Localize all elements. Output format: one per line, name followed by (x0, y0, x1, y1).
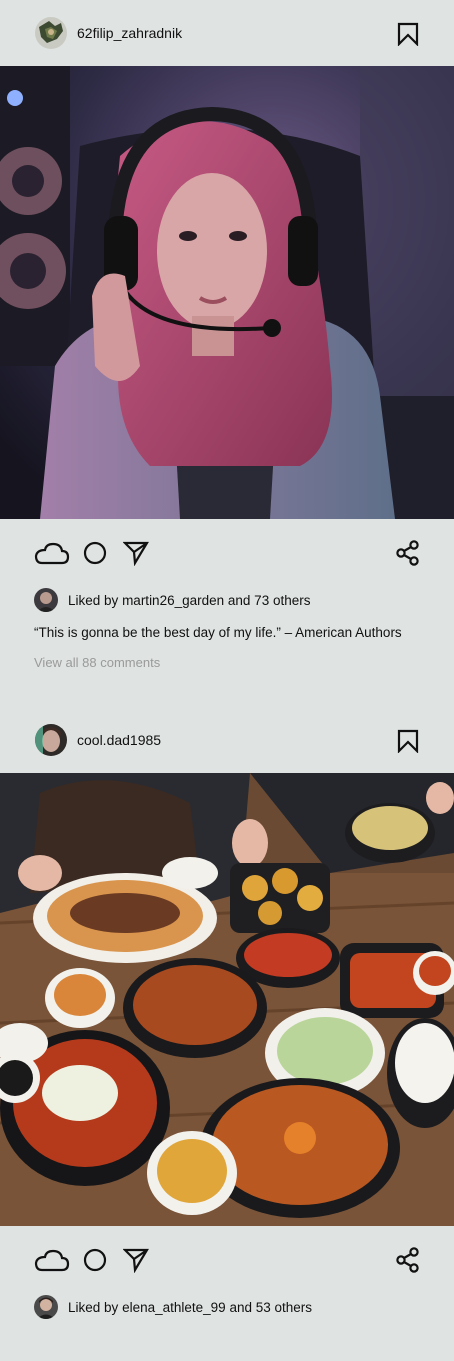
post-meta: Liked by martin26_garden and 73 others “… (0, 587, 454, 670)
post-photo[interactable] (0, 773, 454, 1226)
likes-text: Liked by elena_athlete_99 and 53 others (68, 1300, 312, 1315)
post-actions (0, 519, 454, 587)
likes-prefix: Liked by (68, 1299, 119, 1315)
share-icon[interactable] (396, 540, 420, 566)
bookmark-icon[interactable] (397, 22, 419, 46)
cloud-icon[interactable] (34, 541, 70, 565)
likes-others[interactable]: and 73 others (228, 593, 311, 608)
likes-others[interactable]: and 53 others (229, 1300, 312, 1315)
send-icon[interactable] (123, 540, 149, 566)
likes-text: Liked by martin26_garden and 73 others (68, 593, 310, 608)
post-2: cool.dad1985 Liked by elena_athlete_99 a… (0, 707, 454, 1320)
circle-icon[interactable] (83, 541, 107, 565)
post-header: cool.dad1985 (0, 707, 454, 773)
liked-by-user[interactable]: elena_athlete_99 (122, 1300, 226, 1315)
post-caption: “This is gonna be the best day of my lif… (34, 625, 402, 640)
likes-row: Liked by martin26_garden and 73 others (34, 587, 454, 613)
post-1: 62filip_zahradnik Liked by martin26_gard… (0, 0, 454, 670)
send-icon[interactable] (123, 1247, 149, 1273)
post-actions (0, 1226, 454, 1294)
post-header: 62filip_zahradnik (0, 0, 454, 66)
post-username[interactable]: cool.dad1985 (77, 732, 161, 748)
cloud-icon[interactable] (34, 1248, 70, 1272)
likes-row: Liked by elena_athlete_99 and 53 others (34, 1294, 454, 1320)
view-comments-link[interactable]: View all 88 comments (34, 655, 454, 670)
liked-by-user[interactable]: martin26_garden (122, 593, 224, 608)
share-icon[interactable] (396, 1247, 420, 1273)
bookmark-icon[interactable] (397, 729, 419, 753)
user-avatar[interactable] (35, 724, 67, 756)
liker-avatar[interactable] (34, 588, 58, 612)
post-meta: Liked by elena_athlete_99 and 53 others (0, 1294, 454, 1320)
liker-avatar[interactable] (34, 1295, 58, 1319)
circle-icon[interactable] (83, 1248, 107, 1272)
likes-prefix: Liked by (68, 592, 119, 608)
post-photo[interactable] (0, 66, 454, 519)
post-username[interactable]: 62filip_zahradnik (77, 25, 182, 41)
user-avatar[interactable] (35, 17, 67, 49)
